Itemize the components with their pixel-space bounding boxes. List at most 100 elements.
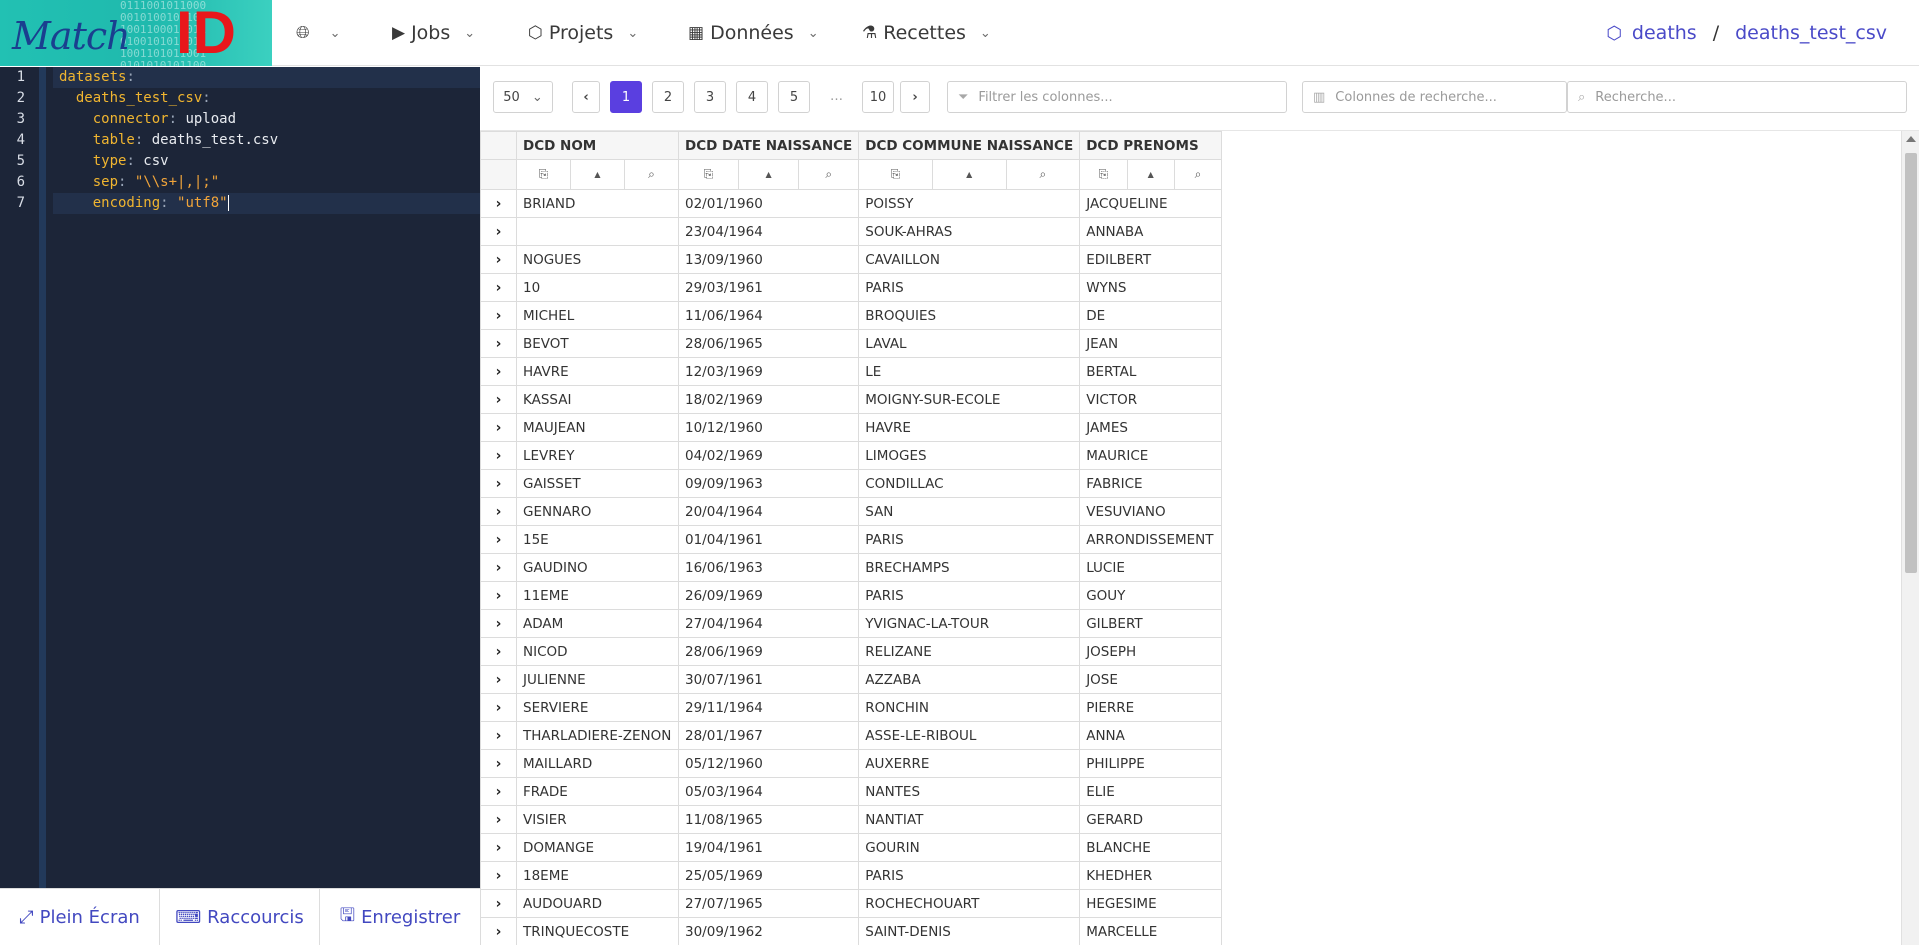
code-line[interactable]: connector: upload [53, 109, 480, 130]
table-cell[interactable]: KHEDHER [1079, 861, 1223, 890]
row-expand-chevron-icon[interactable]: › [480, 637, 517, 666]
table-cell[interactable]: PARIS [858, 273, 1081, 302]
table-row[interactable]: › AUDOUARD 27/07/1965 ROCHECHOUART HEGESIME [480, 889, 1223, 918]
table-cell[interactable]: PARIS [858, 861, 1081, 890]
table-row[interactable]: › NICOD 28/06/1969 RELIZANE JOSEPH [480, 637, 1223, 666]
table-cell[interactable]: CAVAILLON [858, 245, 1081, 274]
table-cell[interactable]: 02/01/1960 [677, 189, 860, 218]
table-cell[interactable]: BLANCHE [1079, 833, 1223, 862]
table-cell[interactable]: 11/08/1965 [677, 805, 860, 834]
row-expand-chevron-icon[interactable]: › [480, 665, 517, 694]
search-icon[interactable]: ⌕ [1175, 161, 1221, 189]
page-button-10[interactable]: 10 [862, 81, 894, 113]
table-cell[interactable]: JOSE [1079, 665, 1223, 694]
nav-projects-menu[interactable]: ⬡ Projets ⌄ [528, 0, 638, 66]
code-line[interactable]: table: deaths_test.csv [53, 130, 480, 151]
code-line[interactable]: deaths_test_csv: [53, 88, 480, 109]
table-cell[interactable]: 18/02/1969 [677, 385, 860, 414]
code-line[interactable]: type: csv [53, 151, 480, 172]
table-row[interactable]: › KASSAI 18/02/1969 MOIGNY-SUR-ECOLE VICTOR [480, 385, 1223, 414]
row-expand-chevron-icon[interactable]: › [480, 553, 517, 582]
row-expand-chevron-icon[interactable]: › [480, 889, 517, 918]
row-expand-chevron-icon[interactable]: › [480, 301, 517, 330]
table-cell[interactable]: 28/01/1967 [677, 721, 860, 750]
table-cell[interactable]: 12/03/1969 [677, 357, 860, 386]
table-cell[interactable]: 23/04/1964 [677, 217, 860, 246]
nav-language-menu[interactable]: 🌐︎ ⌄ [296, 0, 341, 66]
table-cell[interactable]: GILBERT [1079, 609, 1223, 638]
table-cell[interactable]: EDILBERT [1079, 245, 1223, 274]
table-cell[interactable]: THARLADIERE-ZENON [516, 721, 679, 750]
table-cell[interactable]: SAN [858, 497, 1081, 526]
table-cell[interactable]: 11EME [516, 581, 679, 610]
table-cell[interactable]: HAVRE [516, 357, 679, 386]
table-cell[interactable]: VESUVIANO [1079, 497, 1223, 526]
column-header-dcd-commune-naissance[interactable]: DCD COMMUNE NAISSANCE [858, 131, 1081, 160]
table-cell[interactable]: BEVOT [516, 329, 679, 358]
table-cell[interactable]: 13/09/1960 [677, 245, 860, 274]
table-cell[interactable]: 29/03/1961 [677, 273, 860, 302]
sort-asc-icon[interactable]: ▲ [739, 160, 800, 189]
table-row[interactable]: › THARLADIERE-ZENON 28/01/1967 ASSE-LE-RIBO… [480, 721, 1223, 750]
table-cell[interactable] [516, 217, 679, 246]
table-row[interactable]: › NOGUES 13/09/1960 CAVAILLON EDILBERT [480, 245, 1223, 274]
row-expand-chevron-icon[interactable]: › [480, 441, 517, 470]
table-cell[interactable]: NICOD [516, 637, 679, 666]
sort-asc-icon[interactable]: ▲ [1128, 160, 1175, 189]
page-button-2[interactable]: 2 [652, 81, 684, 113]
table-cell[interactable]: NANTIAT [858, 805, 1081, 834]
table-row[interactable]: › MAILLARD 05/12/1960 AUXERRE PHILIPPE [480, 749, 1223, 778]
table-cell[interactable]: 15E [516, 525, 679, 554]
table-cell[interactable]: HEGESIME [1079, 889, 1223, 918]
table-cell[interactable]: ANNA [1079, 721, 1223, 750]
sort-asc-icon[interactable]: ▲ [933, 160, 1007, 189]
row-expand-chevron-icon[interactable]: › [480, 917, 517, 945]
table-cell[interactable]: 28/06/1965 [677, 329, 860, 358]
next-page-button[interactable]: › [900, 81, 930, 113]
table-row[interactable]: › BRIAND 02/01/1960 POISSY JACQUELINE [480, 189, 1223, 218]
table-cell[interactable]: TRINQUECOSTE [516, 917, 679, 945]
row-expand-chevron-icon[interactable]: › [480, 609, 517, 638]
row-expand-chevron-icon[interactable]: › [480, 749, 517, 778]
table-cell[interactable]: JACQUELINE [1079, 189, 1223, 218]
table-cell[interactable]: SERVIERE [516, 693, 679, 722]
row-expand-chevron-icon[interactable]: › [480, 357, 517, 386]
table-cell[interactable]: PIERRE [1079, 693, 1223, 722]
table-cell[interactable]: CONDILLAC [858, 469, 1081, 498]
row-expand-chevron-icon[interactable]: › [480, 497, 517, 526]
filter-columns-input[interactable]: ⏷ Filtrer les colonnes... [947, 81, 1287, 113]
table-row[interactable]: › GAISSET 09/09/1963 CONDILLAC FABRICE [480, 469, 1223, 498]
table-cell[interactable]: 09/09/1963 [677, 469, 860, 498]
table-cell[interactable]: SAINT-DENIS [858, 917, 1081, 945]
table-cell[interactable]: HAVRE [858, 413, 1081, 442]
table-cell[interactable]: ELIE [1079, 777, 1223, 806]
table-row[interactable]: › HAVRE 12/03/1969 LE BERTAL [480, 357, 1223, 386]
copy-icon[interactable]: ⎘ [860, 160, 933, 189]
table-cell[interactable]: VICTOR [1079, 385, 1223, 414]
table-row[interactable]: › GAUDINO 16/06/1963 BRECHAMPS LUCIE [480, 553, 1223, 582]
table-cell[interactable]: PARIS [858, 581, 1081, 610]
row-expand-chevron-icon[interactable]: › [480, 273, 517, 302]
table-cell[interactable]: MOIGNY-SUR-ECOLE [858, 385, 1081, 414]
table-row[interactable]: › MICHEL 11/06/1964 BROQUIES DE [480, 301, 1223, 330]
copy-icon[interactable]: ⎘ [1081, 160, 1128, 189]
table-row[interactable]: › 15E 01/04/1961 PARIS ARRONDISSEMENT [480, 525, 1223, 554]
table-row[interactable]: › 11EME 26/09/1969 PARIS GOUY [480, 581, 1223, 610]
row-expand-chevron-icon[interactable]: › [480, 413, 517, 442]
table-cell[interactable]: AZZABA [858, 665, 1081, 694]
table-row[interactable]: › VISIER 11/08/1965 NANTIAT GERARD [480, 805, 1223, 834]
table-row[interactable]: › DOMANGE 19/04/1961 GOURIN BLANCHE [480, 833, 1223, 862]
table-cell[interactable]: NOGUES [516, 245, 679, 274]
table-row[interactable]: › SERVIERE 29/11/1964 RONCHIN PIERRE [480, 693, 1223, 722]
table-cell[interactable]: GAISSET [516, 469, 679, 498]
table-cell[interactable]: 29/11/1964 [677, 693, 860, 722]
row-expand-chevron-icon[interactable]: › [480, 469, 517, 498]
table-cell[interactable]: POISSY [858, 189, 1081, 218]
nav-jobs-menu[interactable]: ▶ Jobs ⌄ [392, 0, 475, 66]
page-button-5[interactable]: 5 [778, 81, 810, 113]
table-cell[interactable]: WYNS [1079, 273, 1223, 302]
copy-icon[interactable]: ⎘ [680, 160, 740, 189]
search-icon[interactable]: ⌕ [1007, 161, 1079, 189]
table-cell[interactable]: LAVAL [858, 329, 1081, 358]
table-cell[interactable]: ARRONDISSEMENT [1079, 525, 1223, 554]
